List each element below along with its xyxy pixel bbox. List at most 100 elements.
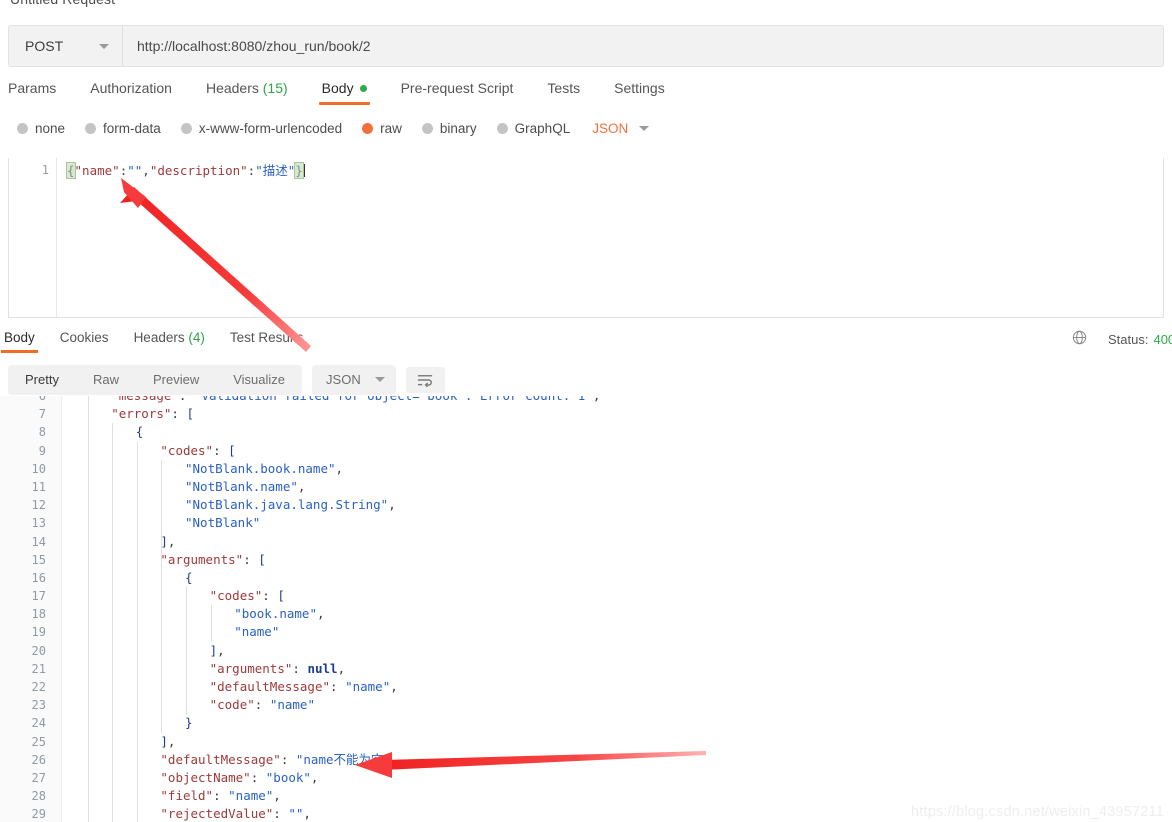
- code-token-str: "NotBlank.name": [185, 478, 298, 494]
- response-line-text: {: [62, 423, 144, 441]
- response-code-line: 20],: [0, 642, 1172, 660]
- code-token-str: "name": [228, 788, 274, 804]
- request-tab-count: (15): [258, 80, 288, 96]
- response-line-number: 8: [38, 425, 46, 440]
- response-tab-test-results[interactable]: Test Results: [230, 330, 304, 353]
- body-type-x-www-form-urlencoded[interactable]: x-www-form-urlencoded: [180, 121, 342, 136]
- response-line-number: 23: [31, 698, 46, 713]
- radio-button-icon: [85, 123, 97, 134]
- raw-format-dropdown[interactable]: JSON: [592, 121, 650, 136]
- response-line-number: 25: [31, 734, 46, 749]
- response-body-editor[interactable]: 6 "message": "Validation failed for objec…: [0, 396, 1172, 822]
- indent-guide: [186, 587, 187, 715]
- code-token-pun: ,: [167, 533, 176, 549]
- response-line-number: 6: [38, 396, 46, 403]
- request-tab-settings[interactable]: Settings: [614, 80, 665, 105]
- body-type-binary[interactable]: binary: [421, 121, 477, 136]
- response-line-number: 22: [31, 680, 46, 694]
- response-tabs: Body Cookies Headers (4) Test Results: [1, 330, 328, 353]
- response-line-number: 19: [31, 625, 46, 640]
- response-code-line: 14],: [0, 533, 1172, 551]
- code-token-pun: :: [171, 406, 187, 422]
- chevron-down-icon: [99, 43, 109, 49]
- code-token-pun: :: [213, 788, 229, 804]
- code-token-pun: :: [273, 806, 289, 822]
- code-token-pun: ,: [337, 660, 346, 676]
- request-tab-label: Params: [8, 80, 57, 96]
- code-token-pun: ,: [391, 751, 399, 767]
- code-token-pun: :: [292, 660, 308, 676]
- code-token-pun: ,: [593, 396, 601, 403]
- code-token-pun: ,: [390, 679, 398, 694]
- response-line-text: "NotBlank.book.name",: [62, 460, 343, 478]
- view-mode-preview[interactable]: Preview: [136, 365, 216, 395]
- response-code-line: 27 "objectName": "book",: [0, 769, 1172, 787]
- url-input[interactable]: http://localhost:8080/zhou_run/book/2: [123, 26, 1163, 66]
- response-code-line: 25],: [0, 733, 1172, 751]
- code-token-key: "objectName": [160, 769, 251, 785]
- request-tab-params[interactable]: Params: [8, 80, 56, 105]
- radio-button-icon: [362, 123, 374, 134]
- request-body-editor[interactable]: 1 {"name":"","description":"描述"}: [8, 158, 1164, 318]
- response-line-number: 17: [31, 589, 46, 604]
- response-tab-headers[interactable]: Headers (4): [134, 330, 205, 353]
- body-modified-dot-icon: [359, 85, 367, 92]
- request-body-code[interactable]: {"name":"","description":"描述"}: [66, 162, 305, 179]
- request-tab-headers[interactable]: Headers (15): [206, 80, 288, 105]
- request-tab-tests[interactable]: Tests: [547, 80, 580, 105]
- response-code-line: 8{: [0, 423, 1172, 441]
- code-token-brk: ]: [160, 733, 168, 749]
- response-code-line: 11 "NotBlank.name",: [0, 478, 1172, 496]
- response-format-dropdown[interactable]: JSON: [312, 365, 396, 395]
- response-code-line: 16 {: [0, 569, 1172, 587]
- body-type-form-data[interactable]: form-data: [85, 121, 161, 136]
- chevron-down-icon: [639, 126, 650, 131]
- code-token-brk: [: [186, 406, 194, 422]
- code-token-key: "code": [209, 697, 255, 713]
- response-line-text: ],: [62, 733, 175, 751]
- code-token-brk: }: [185, 715, 193, 731]
- code-token-key: "field": [160, 788, 214, 804]
- code-token-brk: {: [135, 424, 144, 440]
- body-type-label: GraphQL: [514, 121, 571, 136]
- response-tab-body[interactable]: Body: [1, 330, 38, 353]
- response-line-number: 10: [31, 461, 46, 476]
- response-line-number: 12: [31, 498, 46, 513]
- body-type-label: raw: [380, 121, 402, 136]
- body-type-raw[interactable]: raw: [362, 121, 402, 136]
- request-tab-body[interactable]: Body: [318, 80, 370, 105]
- response-line-text: "NotBlank.name",: [62, 478, 305, 496]
- view-mode-visualize[interactable]: Visualize: [216, 365, 302, 395]
- json-key-description: "description": [149, 163, 248, 178]
- body-type-none[interactable]: none: [17, 121, 65, 136]
- request-tab-label: Body: [321, 80, 354, 96]
- response-line-number: 18: [31, 607, 46, 622]
- response-line-text: "objectName": "book",: [62, 769, 318, 787]
- body-type-graphql[interactable]: GraphQL: [496, 121, 571, 136]
- code-token-pun: :: [213, 442, 229, 458]
- request-tab-authorization[interactable]: Authorization: [90, 80, 172, 105]
- radio-button-icon: [421, 123, 433, 134]
- response-line-number: 15: [31, 552, 46, 567]
- view-mode-raw[interactable]: Raw: [76, 365, 136, 395]
- body-type-label: none: [35, 121, 66, 136]
- request-tab-pre-request-script[interactable]: Pre-request Script: [401, 80, 514, 105]
- wrap-lines-button[interactable]: [405, 367, 445, 393]
- response-line-number: 20: [31, 643, 46, 658]
- request-tab-label: Settings: [614, 80, 665, 96]
- response-code-line: 21 "arguments": null,: [0, 660, 1172, 678]
- chevron-down-icon: [374, 377, 385, 382]
- code-token-str: "name不能为空": [295, 751, 392, 767]
- view-mode-pretty[interactable]: Pretty: [8, 365, 76, 395]
- response-line-number: 28: [31, 789, 46, 804]
- code-token-str: "name": [269, 697, 315, 713]
- request-tab-label: Authorization: [90, 80, 172, 96]
- response-view-modes: Pretty Raw Preview Visualize: [8, 365, 303, 395]
- code-token-str: "name": [345, 679, 391, 694]
- code-token-pun: ,: [217, 642, 225, 658]
- response-tab-cookies[interactable]: Cookies: [60, 330, 109, 353]
- http-method-dropdown[interactable]: POST: [9, 26, 123, 66]
- response-line-text: "name": [62, 623, 279, 641]
- request-tabs: Params Authorization Headers (15) Body Pre-r…: [8, 80, 699, 110]
- json-value-description: "描述": [255, 163, 296, 178]
